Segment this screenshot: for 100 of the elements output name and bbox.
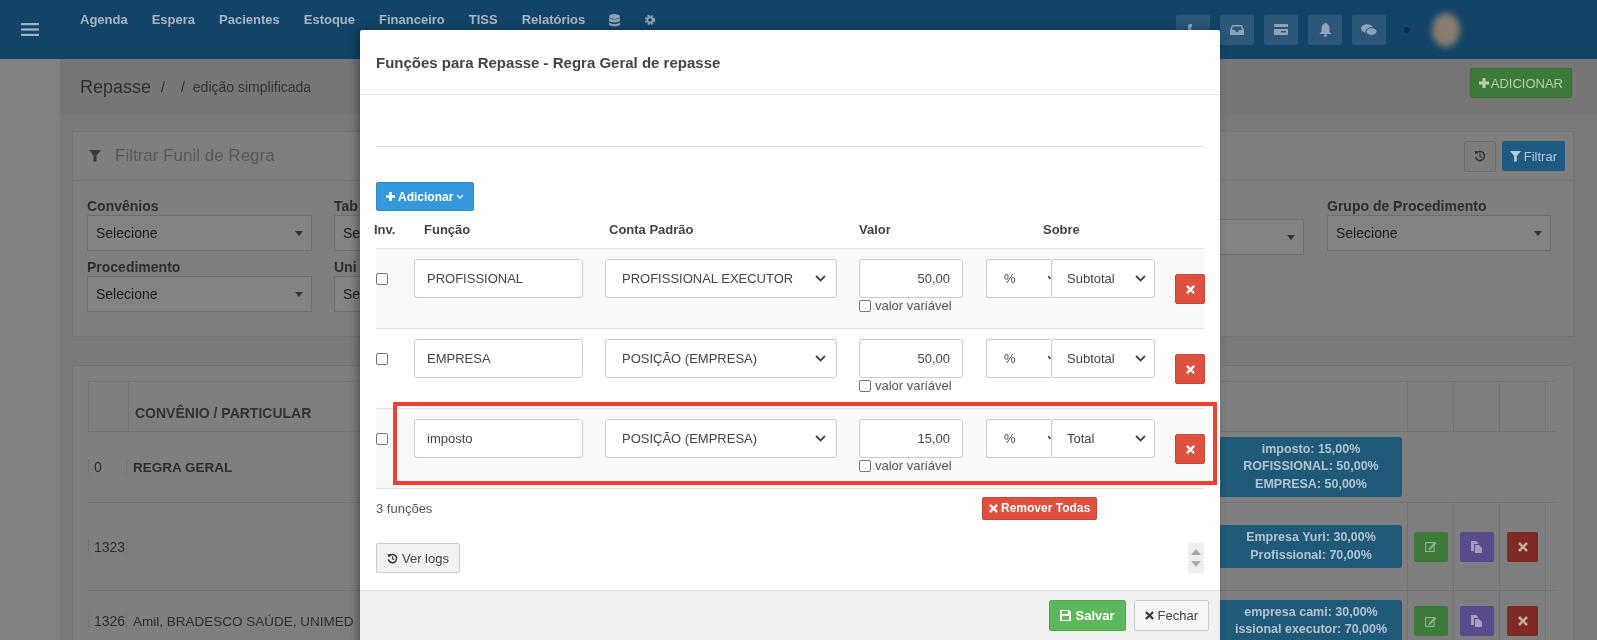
checkbox[interactable] <box>376 273 388 285</box>
nav-link[interactable]: Pacientes <box>219 12 280 27</box>
checkbox[interactable] <box>376 353 388 365</box>
card-button[interactable] <box>1264 14 1298 45</box>
inbox-icon <box>1230 23 1244 36</box>
reset-button[interactable] <box>1463 140 1496 172</box>
inbox-button[interactable] <box>1220 14 1254 45</box>
caret-icon <box>295 291 303 297</box>
select-field[interactable]: Selecione <box>87 276 312 312</box>
split-badge: imposto: 15,00% ROFISSIONAL: 50,00% EMPRESA: 50,00% <box>1220 436 1402 498</box>
table-cell: 0 <box>88 459 127 475</box>
column-header: CONVÊNIO / PARTICULAR <box>134 405 313 423</box>
filter-button[interactable]: Filtrar <box>1501 141 1565 171</box>
chat-button[interactable] <box>1352 14 1386 45</box>
function-input[interactable]: PROFISSIONAL <box>414 259 583 298</box>
page-title: Repasse <box>80 76 152 98</box>
close-icon <box>1185 364 1195 374</box>
table-cell: 1323 <box>88 538 127 555</box>
floppy-icon <box>1060 610 1072 621</box>
column-header: Valor <box>859 222 892 237</box>
status-dot <box>1404 26 1410 33</box>
select-field[interactable]: Se <box>334 276 360 312</box>
edit-icon <box>1424 541 1437 552</box>
nav-link[interactable]: Relatórios <box>521 12 586 27</box>
menu-icon[interactable] <box>21 23 39 36</box>
split-badge: Empresa Yuri: 30,00% Profissional: 70,00% <box>1220 525 1402 568</box>
history-icon <box>387 552 398 564</box>
nav-link[interactable]: Financeiro <box>379 12 445 27</box>
close-icon <box>1517 616 1528 626</box>
function-count: 3 funções <box>376 500 434 516</box>
checkbox[interactable] <box>859 379 871 392</box>
caret-icon <box>1534 230 1542 236</box>
field-label: Uni <box>334 259 358 276</box>
close-icon <box>1185 444 1195 454</box>
nav-link[interactable]: Espera <box>151 12 196 27</box>
remove-button[interactable] <box>1175 354 1205 384</box>
close-icon <box>1185 284 1195 294</box>
base-select[interactable]: Total <box>1051 419 1155 458</box>
column-header: Conta Padrão <box>608 222 695 237</box>
copy-button[interactable] <box>1459 606 1494 636</box>
value-input[interactable]: 15,00 <box>859 419 963 458</box>
unit-select[interactable]: % <box>986 339 1051 378</box>
chat-icon <box>1361 23 1377 36</box>
nav-link[interactable]: Agenda <box>80 12 128 27</box>
caret-icon <box>1287 234 1295 240</box>
plus-icon <box>1478 78 1489 88</box>
checkbox-label: valor variável <box>875 298 952 313</box>
breadcrumb-separator: / <box>161 79 165 95</box>
card-icon <box>1274 24 1288 35</box>
filter-icon <box>89 150 101 162</box>
copy-icon <box>1471 615 1482 627</box>
logs-button[interactable]: Ver logs <box>376 543 460 573</box>
select-field[interactable]: Selecione <box>87 215 312 251</box>
dialog-title: Funções para Repasse - Regra Geral de repasse <box>376 53 721 71</box>
breadcrumb-current: edição simplificada <box>192 79 312 95</box>
column-header: Função <box>423 222 472 237</box>
remove-all-button[interactable]: Remover Todas <box>982 496 1098 520</box>
account-select[interactable]: POSIÇÃO (EMPRESA) <box>605 339 837 378</box>
function-input[interactable]: imposto <box>414 419 583 458</box>
function-input[interactable]: EMPRESA <box>414 339 583 378</box>
filter-icon <box>1509 150 1521 162</box>
value-input[interactable]: 50,00 <box>859 339 963 378</box>
remove-button[interactable] <box>1175 434 1205 464</box>
bell-icon <box>1318 22 1332 37</box>
checkbox[interactable] <box>859 459 871 472</box>
avatar[interactable] <box>1432 12 1460 47</box>
select-field[interactable]: Selecione <box>1327 215 1551 251</box>
caret-icon <box>295 230 303 236</box>
copy-button[interactable] <box>1459 531 1494 562</box>
value-input[interactable]: 50,00 <box>859 259 963 298</box>
close-icon <box>1144 611 1154 620</box>
plus-icon <box>386 192 395 201</box>
base-select[interactable]: Subtotal <box>1051 339 1155 378</box>
table-cell-text: REGRA GERAL <box>132 459 234 475</box>
field-label: Convênios <box>87 198 160 215</box>
field-label: Grupo de Procedimento <box>1327 198 1488 215</box>
database-icon[interactable] <box>609 14 621 27</box>
settings-icon[interactable] <box>644 14 657 26</box>
copy-icon <box>1471 540 1482 553</box>
checkbox[interactable] <box>859 299 871 312</box>
checkbox[interactable] <box>376 433 388 445</box>
account-select[interactable]: POSIÇÃO (EMPRESA) <box>605 419 837 458</box>
account-select[interactable]: PROFISSIONAL EXECUTOR <box>605 259 837 298</box>
select-field[interactable]: Se <box>334 215 360 251</box>
close-icon <box>989 503 998 513</box>
remove-button[interactable] <box>1175 274 1205 304</box>
delete-button[interactable] <box>1507 531 1538 562</box>
select-field[interactable] <box>1220 219 1304 255</box>
unit-select[interactable]: % <box>986 259 1051 298</box>
close-button[interactable]: Fechar <box>1133 600 1209 631</box>
table-cell: 1326 <box>88 613 127 629</box>
nav-link[interactable]: TISS <box>468 12 498 27</box>
notifications-button[interactable] <box>1308 14 1342 45</box>
nav-link[interactable]: Estoque <box>303 12 356 27</box>
table-cell-text: Amil, BRADESCO SAÚDE, UNIMED <box>132 613 355 629</box>
column-header: Inv. <box>374 222 397 237</box>
field-label: Tab <box>334 198 359 215</box>
unit-select[interactable]: % <box>986 419 1051 458</box>
delete-button[interactable] <box>1507 606 1538 636</box>
base-select[interactable]: Subtotal <box>1051 259 1155 298</box>
